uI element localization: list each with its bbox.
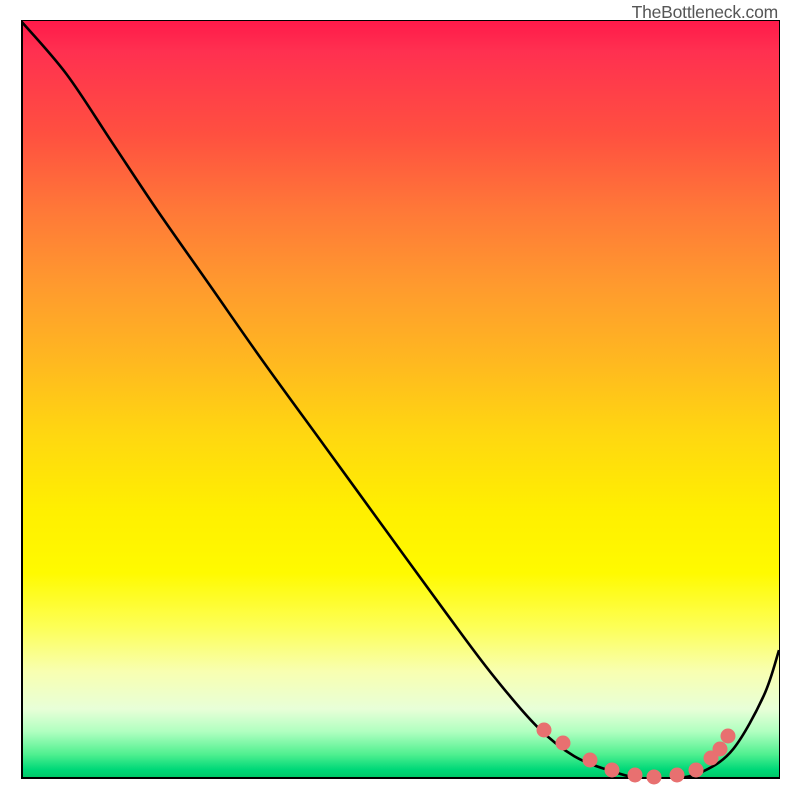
marker-dot — [582, 753, 597, 768]
plot-border — [779, 21, 780, 779]
watermark-text: TheBottleneck.com — [632, 2, 778, 23]
marker-dot — [646, 769, 661, 784]
marker-dot — [721, 728, 736, 743]
marker-dot — [537, 722, 552, 737]
marker-dot — [627, 768, 642, 783]
marker-dot — [555, 736, 570, 751]
marker-dot — [712, 741, 727, 756]
plot-heatmap-background — [21, 21, 779, 779]
marker-dot — [605, 762, 620, 777]
marker-dot — [688, 762, 703, 777]
chart-container: TheBottleneck.com — [0, 0, 800, 800]
marker-dot — [669, 768, 684, 783]
